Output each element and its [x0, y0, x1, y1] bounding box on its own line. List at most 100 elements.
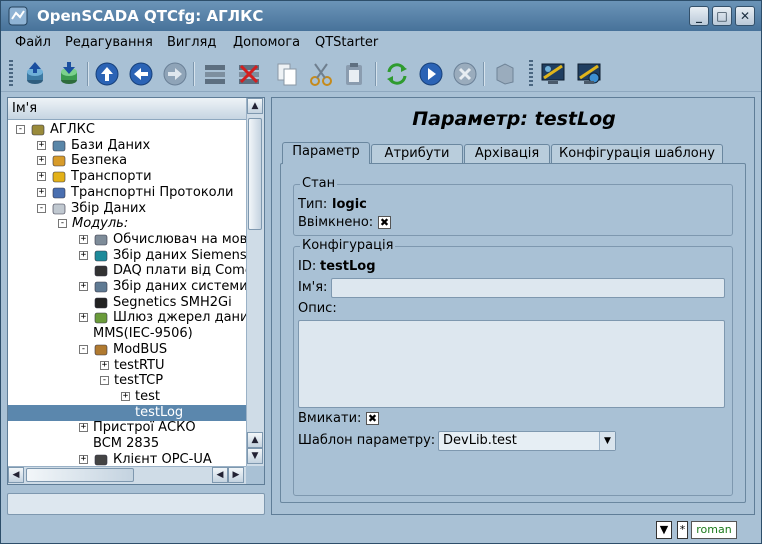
expand-icon[interactable]: +	[100, 361, 109, 370]
scroll-down-icon[interactable]: ▼	[247, 448, 263, 464]
maximize-button[interactable]: □	[712, 6, 732, 26]
start-icon[interactable]	[417, 60, 445, 88]
menu-file[interactable]: Файл	[15, 35, 51, 50]
expand-icon[interactable]: +	[37, 172, 46, 181]
refresh-icon[interactable]	[383, 60, 411, 88]
stop-icon[interactable]	[451, 60, 479, 88]
tree-item[interactable]: + Транспортні Протоколи	[8, 185, 246, 201]
enabled-checkbox[interactable]: ✖	[378, 216, 391, 229]
tree-item[interactable]: + Пристрої АСКО	[8, 420, 246, 436]
chevron-down-icon[interactable]: ▼	[656, 521, 672, 539]
tree-item[interactable]: + Транспорти	[8, 169, 246, 185]
toolbar-grip[interactable]	[529, 60, 533, 88]
scroll-up-icon[interactable]: ▲	[247, 432, 263, 448]
tree-vertical-scrollbar[interactable]: ▲ ▲ ▼	[246, 98, 264, 466]
tree-item[interactable]: DAQ плати від Comedi	[8, 263, 246, 279]
scroll-left-icon[interactable]: ◀	[212, 467, 228, 483]
tree-item[interactable]: + test	[8, 389, 246, 405]
tree-item[interactable]: + Клієнт OPC-UA	[8, 452, 246, 466]
expand-icon[interactable]: +	[37, 156, 46, 165]
tree-item[interactable]: + Бази Даних	[8, 138, 246, 154]
tree-horizontal-scrollbar[interactable]: ◀ ◀ ▶	[8, 466, 246, 484]
calc-icon	[93, 232, 109, 248]
tab-template-config[interactable]: Конфігурація шаблону	[551, 144, 723, 164]
tree-item[interactable]: MMS(IEC-9506)	[8, 326, 246, 342]
chevron-down-icon[interactable]: ▼	[599, 432, 615, 450]
user-indicator[interactable]: roman	[691, 521, 737, 539]
add-item-icon[interactable]	[201, 60, 229, 88]
tree-item-label: BCM 2835	[93, 436, 160, 451]
collapse-icon[interactable]: -	[16, 125, 25, 134]
collapse-icon[interactable]: -	[79, 345, 88, 354]
collapse-icon[interactable]: -	[58, 219, 67, 228]
db-load-icon[interactable]	[21, 60, 49, 88]
station-icon[interactable]	[539, 60, 567, 88]
tab-archiving[interactable]: Архівація	[464, 144, 550, 164]
tree-item[interactable]: + Збір даних Siemens	[8, 248, 246, 264]
to-enable-checkbox[interactable]: ✖	[366, 412, 379, 425]
expand-icon[interactable]: +	[79, 423, 88, 432]
collapse-icon[interactable]: -	[37, 204, 46, 213]
tree-item[interactable]: + Обчислювач на мові	[8, 232, 246, 248]
help-icon[interactable]	[491, 60, 519, 88]
forward-icon[interactable]	[161, 60, 189, 88]
tree-item[interactable]: - Збір Даних	[8, 201, 246, 217]
tree-item[interactable]: - Модуль:	[8, 216, 246, 232]
scroll-up-icon[interactable]: ▲	[247, 98, 263, 114]
tree-item[interactable]: + Безпека	[8, 153, 246, 169]
tree-item[interactable]: + Шлюз джерел даних	[8, 310, 246, 326]
tree-item[interactable]: testLog	[8, 405, 246, 421]
menu-view[interactable]: Вигляд	[167, 35, 216, 50]
close-button[interactable]: ✕	[735, 6, 755, 26]
scroll-right-icon[interactable]: ▶	[228, 467, 244, 483]
title-bar[interactable]: OpenSCADA QTCfg: АГЛКС _ □ ✕	[1, 1, 761, 31]
template-select[interactable]: DevLib.test ▼	[438, 431, 616, 451]
tree-item-label: АГЛКС	[50, 122, 95, 137]
delete-item-icon[interactable]	[235, 60, 263, 88]
expand-icon[interactable]: +	[79, 251, 88, 260]
tree-filter-input[interactable]	[7, 493, 265, 515]
cut-icon[interactable]	[307, 60, 335, 88]
expand-icon[interactable]: +	[37, 188, 46, 197]
system-icon	[93, 279, 109, 295]
expand-icon[interactable]: +	[37, 141, 46, 150]
tree-item[interactable]: - testTCP	[8, 373, 246, 389]
menu-qtstarter[interactable]: QTStarter	[315, 35, 378, 50]
db-save-icon[interactable]	[55, 60, 83, 88]
menu-edit[interactable]: Редагування	[65, 35, 153, 50]
content-panel: Параметр: testLog Параметр Атрибути Архі…	[271, 97, 755, 515]
tree-header-name[interactable]: Ім'я	[8, 98, 246, 120]
back-icon[interactable]	[127, 60, 155, 88]
expand-icon[interactable]: +	[79, 235, 88, 244]
tree-item[interactable]: + testRTU	[8, 358, 246, 374]
scroll-left-icon[interactable]: ◀	[8, 467, 24, 483]
tab-attributes[interactable]: Атрибути	[371, 144, 463, 164]
station-config-icon[interactable]	[575, 60, 603, 88]
tree-item-label: Транспорти	[71, 169, 152, 184]
description-textarea[interactable]	[298, 320, 725, 408]
expand-icon[interactable]: +	[79, 455, 88, 464]
expand-icon[interactable]: +	[121, 392, 130, 401]
minimize-button[interactable]: _	[689, 6, 709, 26]
expand-icon[interactable]: +	[79, 313, 88, 322]
up-icon[interactable]	[93, 60, 121, 88]
chart-icon	[51, 201, 67, 217]
tree-item[interactable]: - ModBUS	[8, 342, 246, 358]
name-input[interactable]	[331, 278, 725, 298]
gateway-icon	[93, 310, 109, 326]
horizontal-scroll-thumb[interactable]	[26, 468, 134, 482]
paste-icon[interactable]	[341, 60, 369, 88]
copy-icon[interactable]	[273, 60, 301, 88]
state-group: Стан Тип: logic Ввімкнено: ✖	[293, 176, 733, 236]
tree-item[interactable]: Segnetics SMH2Gi	[8, 295, 246, 311]
tree-item[interactable]: BCM 2835	[8, 436, 246, 452]
tab-parameter[interactable]: Параметр	[282, 142, 370, 164]
configuration-group: Конфігурація ID: testLog Ім'я: Опис: Вми…	[293, 238, 733, 496]
toolbar-grip[interactable]	[9, 60, 13, 88]
tree-item[interactable]: - АГЛКС	[8, 122, 246, 138]
vertical-scroll-thumb[interactable]	[248, 118, 262, 230]
tree-item[interactable]: + Збір даних системи	[8, 279, 246, 295]
menu-help[interactable]: Допомога	[233, 35, 300, 50]
expand-icon[interactable]: +	[79, 282, 88, 291]
collapse-icon[interactable]: -	[100, 376, 109, 385]
